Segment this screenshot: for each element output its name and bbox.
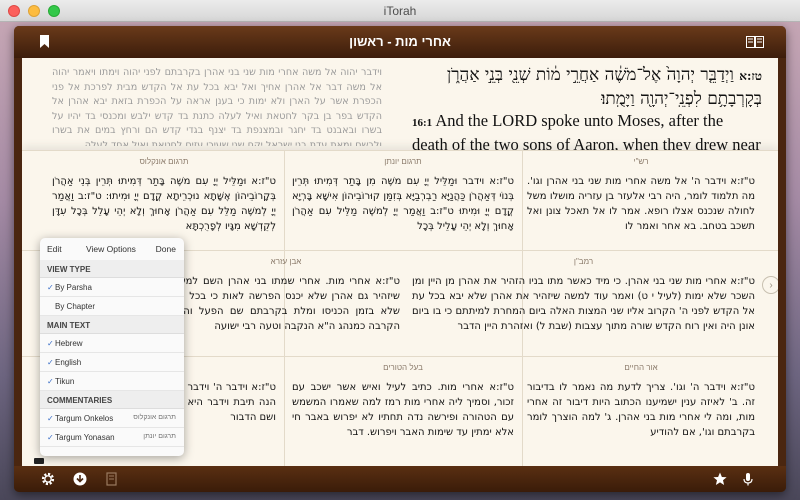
option-targum-onkelos[interactable]: ✓ Targum Onkelos תרגום אונקלוס	[40, 409, 184, 428]
commentary-title: אבן עזרא	[270, 257, 302, 266]
commentary-text: ט"ז:א וידבר וּמַלֵּיל יְיָ עִם משֶׁה מִן…	[292, 176, 514, 232]
commentary-rashi[interactable]: רש"י ט"ז:א וידבר ה' אל משה אחרי מות שני …	[527, 156, 755, 248]
commentary-targum-yonatan[interactable]: תרגום יונתן ט"ז:א וידבר וּמַלֵּיל יְיָ ע…	[292, 156, 514, 248]
commentary-text: ט"ז:א אחרי מות. כתיב לעיל ואיש אשר ישכב …	[292, 382, 514, 438]
commentary-title: רמב"ן	[573, 257, 594, 266]
commentary-or-hachaim[interactable]: אור החיים ט"ז:א וידבר ה' וגו'. צריך לדעת…	[527, 362, 755, 472]
commentary-title: אור החיים	[624, 363, 658, 372]
section-main-text: MAIN TEXT	[40, 316, 184, 334]
popover-anchor	[34, 458, 44, 464]
section-commentaries: COMMENTARIES	[40, 391, 184, 409]
done-button[interactable]: Done	[156, 244, 176, 254]
commentary-ramban[interactable]: רמב"ן ט"ז:א אחרי מות שני בני אהרן. כי מי…	[412, 256, 755, 354]
chevron-right-icon[interactable]: ›	[762, 276, 778, 294]
portion-title[interactable]: אחרי מות - ראשון	[14, 34, 786, 49]
download-icon[interactable]	[72, 471, 88, 487]
english-verse-number: 16:1	[412, 117, 433, 129]
star-icon[interactable]	[712, 471, 728, 487]
option-tikun[interactable]: ✓ Tikun	[40, 372, 184, 391]
checkmark-icon: ✓	[47, 283, 54, 292]
commentary-title: תרגום יונתן	[384, 157, 422, 166]
window-title: iTorah	[383, 4, 417, 18]
window-titlebar: iTorah	[0, 0, 800, 22]
book-open-icon[interactable]	[746, 36, 764, 48]
commentary-text: ט"ז:א וידבר ה' אל משה אחרי מות שני בני א…	[527, 176, 755, 232]
checkmark-icon: ✓	[47, 358, 54, 367]
bottom-toolbar	[14, 466, 786, 492]
commentary-title: תרגום אונקלוס	[139, 157, 189, 166]
option-targum-yonasan[interactable]: ✓ Targum Yonasan תרגום יונתן	[40, 428, 184, 447]
commentary-divider	[22, 150, 778, 151]
commentary-title: רש"י	[633, 157, 649, 166]
commentary-title: בעל הטורים	[383, 363, 423, 372]
option-hebrew[interactable]: ✓ Hebrew	[40, 334, 184, 353]
commentary-text: ט"ז:א אחרי מות. אחרי שמתו בני אהרן השם ל…	[172, 276, 400, 332]
commentary-text: ט"ז:א וּמַלֵּיל יְיָ עִם משֶׁה בָּתַר דְ…	[52, 176, 276, 232]
tikun-text: וידבר יהוה אל משה אחרי מות שני בני אהרן …	[52, 67, 382, 146]
commentary-ibn-ezra[interactable]: אבן עזרא ט"ז:א אחרי מות. אחרי שמתו בני א…	[172, 256, 400, 354]
hebrew-verse-number: טז:א	[739, 69, 762, 83]
popover-title: View Options	[86, 244, 136, 254]
option-english[interactable]: ✓ English	[40, 353, 184, 372]
popover-header: Edit View Options Done	[40, 238, 184, 261]
top-toolbar: אחרי מות - ראשון	[14, 26, 786, 58]
microphone-icon[interactable]	[740, 471, 756, 487]
section-view-type: VIEW TYPE	[40, 260, 184, 278]
edit-button[interactable]: Edit	[47, 244, 62, 254]
gear-icon[interactable]	[40, 471, 56, 487]
note-icon[interactable]	[104, 471, 120, 487]
commentary-text: ט"ז:א וידבר ה' וגו'. צריך לדעת מה נאמר ל…	[527, 382, 755, 438]
commentary-baal-haturim[interactable]: בעל הטורים ט"ז:א אחרי מות. כתיב לעיל ואי…	[292, 362, 514, 472]
checkmark-icon: ✓	[47, 414, 54, 423]
option-by-chapter[interactable]: By Chapter	[40, 297, 184, 316]
main-hebrew-text: טז:א וַיְדַבֵּ֤ר יְהוָה֙ אֶל־מֹשֶׁ֔ה אַח…	[412, 64, 762, 111]
checkmark-icon: ✓	[47, 339, 54, 348]
checkmark-icon: ✓	[47, 433, 54, 442]
view-options-popover: Edit View Options Done VIEW TYPE ✓ By Pa…	[40, 238, 184, 456]
hebrew-verse: וַיְדַבֵּ֤ר יְהוָה֙ אֶל־מֹשֶׁ֔ה אַחֲרֵ֣י…	[446, 65, 762, 109]
commentary-targum-onkelos[interactable]: תרגום אונקלוס ט"ז:א וּמַלֵּיל יְיָ עִם מ…	[52, 156, 276, 248]
commentary-text: ט"ז:א אחרי מות שני בני אהרן. כי מיד כאשר…	[412, 276, 755, 332]
checkmark-icon: ✓	[47, 377, 54, 386]
option-by-parsha[interactable]: ✓ By Parsha	[40, 278, 184, 297]
